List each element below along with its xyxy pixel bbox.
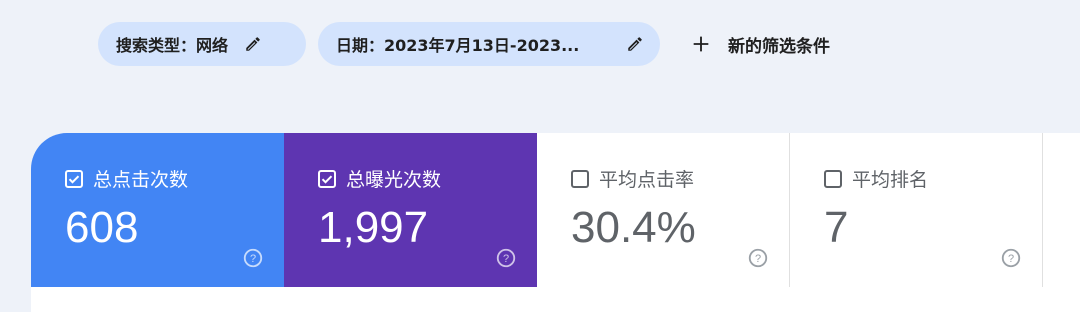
checkbox-checked-icon[interactable] [318,169,336,188]
checkbox-unchecked-icon[interactable] [571,169,589,188]
metric-cards: 总点击次数 608 ? 总曝光次数 1,997 ? 平均点击率 30.4% ? [31,133,1080,287]
help-circle-icon[interactable]: ? [747,247,769,269]
help-circle-icon[interactable]: ? [1000,247,1022,269]
metric-label: 平均排名 [852,169,929,191]
add-filter-button[interactable]: 新的筛选条件 [690,32,830,57]
checkbox-checked-icon[interactable] [65,169,83,188]
metric-card-total-clicks[interactable]: 总点击次数 608 ? [31,133,284,287]
pencil-icon[interactable] [626,35,644,53]
date-filter-label: 日期：2023年7月13日-2023... [336,36,580,55]
checkbox-unchecked-icon[interactable] [824,169,842,188]
plus-icon [690,33,712,55]
metric-card-total-impressions[interactable]: 总曝光次数 1,997 ? [284,133,537,287]
metric-value: 608 [65,203,139,252]
search-type-filter-label: 搜索类型：网络 [116,36,229,55]
svg-text:?: ? [1008,253,1014,265]
metric-label: 总曝光次数 [346,169,442,191]
add-filter-label: 新的筛选条件 [728,36,830,57]
svg-text:?: ? [250,253,256,265]
metric-label: 平均点击率 [599,169,695,191]
card-spacer [1043,133,1080,287]
chart-panel [31,287,1080,312]
pencil-icon[interactable] [244,35,262,53]
date-filter-chip[interactable]: 日期：2023年7月13日-2023... [318,22,660,66]
filter-bar: 搜索类型：网络 日期：2023年7月13日-2023... 新的筛选条件 [98,22,830,66]
metric-label: 总点击次数 [93,169,189,191]
metric-value: 7 [824,203,849,252]
metric-value: 1,997 [318,203,429,252]
metric-value: 30.4% [571,203,696,252]
svg-text:?: ? [503,253,509,265]
help-circle-icon[interactable]: ? [495,247,517,269]
svg-text:?: ? [755,253,761,265]
help-circle-icon[interactable]: ? [242,247,264,269]
metric-card-average-position[interactable]: 平均排名 7 ? [790,133,1043,287]
metric-card-average-ctr[interactable]: 平均点击率 30.4% ? [537,133,790,287]
search-type-filter-chip[interactable]: 搜索类型：网络 [98,22,306,66]
